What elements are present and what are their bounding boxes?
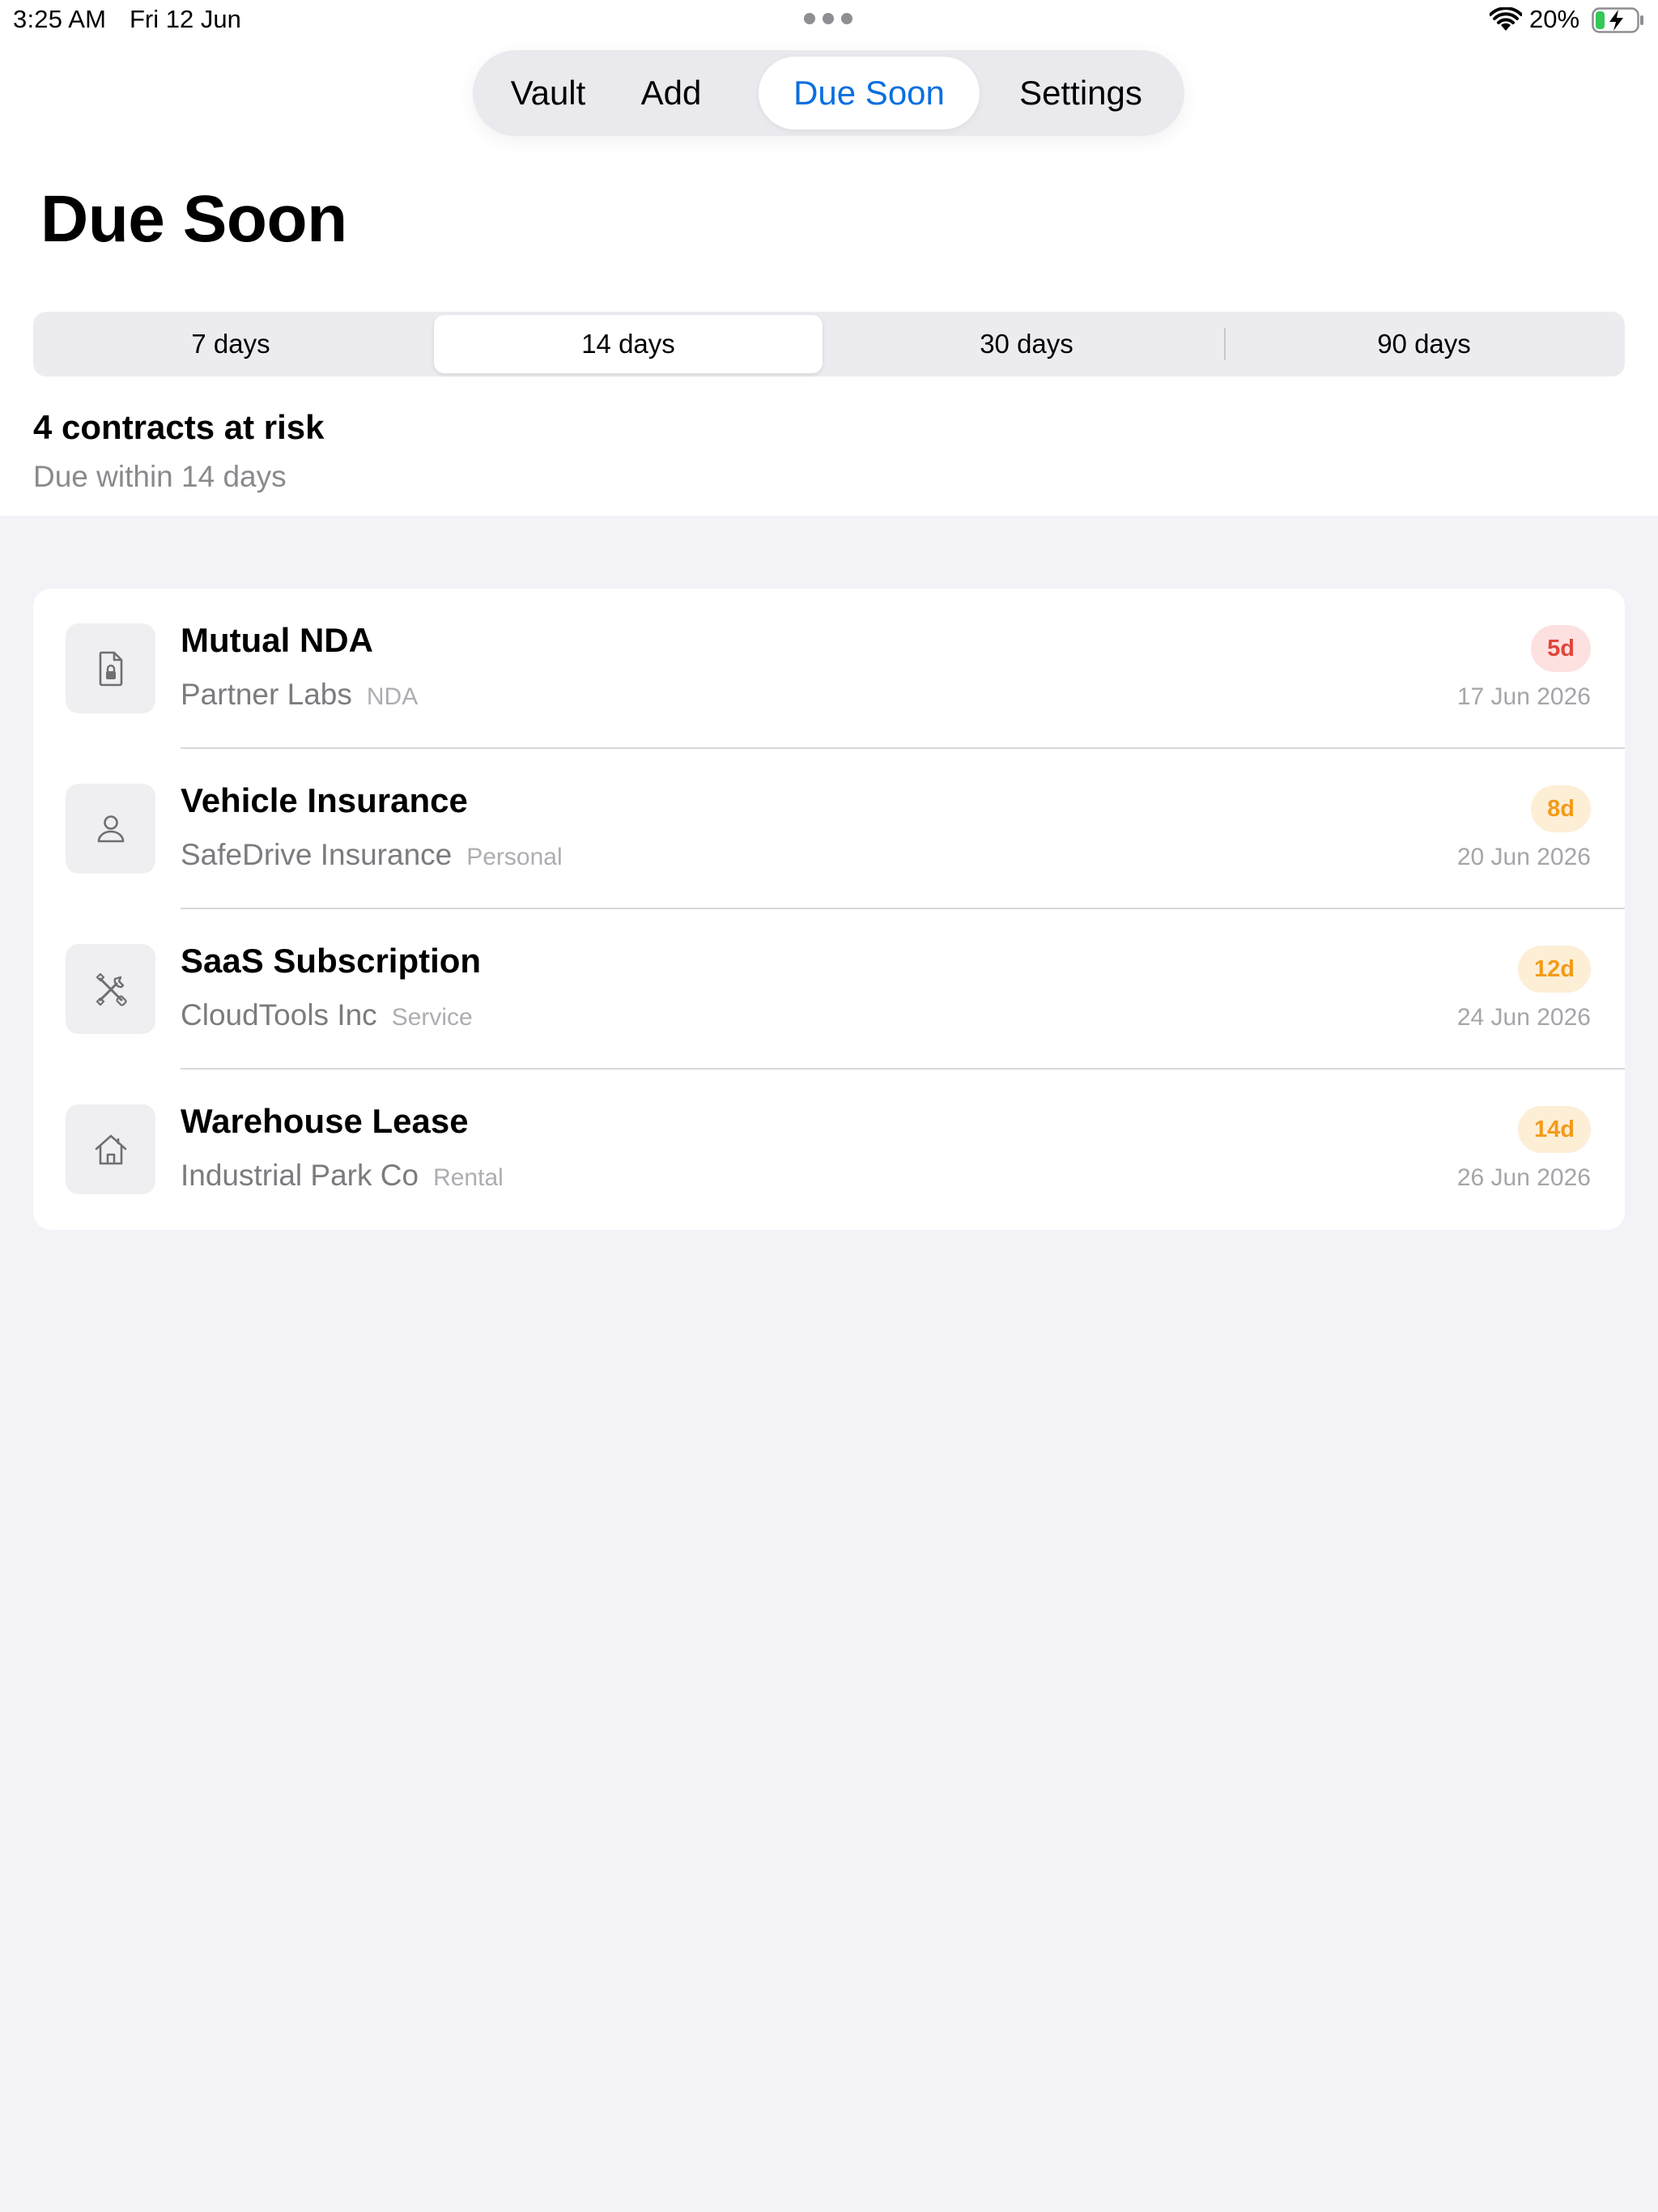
period-segmented-control: 7 days 14 days 30 days 90 days	[33, 312, 1625, 376]
battery-charging-icon	[1592, 7, 1643, 33]
days-left-badge: 12d	[1518, 946, 1591, 993]
due-date: 20 Jun 2026	[1456, 844, 1591, 870]
contract-category: Service	[391, 1004, 473, 1031]
contract-category: Personal	[466, 844, 563, 870]
days-left-badge: 5d	[1531, 625, 1591, 672]
segment-7-days[interactable]: 7 days	[36, 315, 425, 373]
due-date: 26 Jun 2026	[1456, 1164, 1591, 1191]
contract-party-name: CloudTools Inc	[181, 998, 377, 1032]
summary-title: 4 contracts at risk	[33, 408, 325, 446]
tab-bar: Vault Add Due Soon Settings	[473, 50, 1184, 136]
multitasking-dots-icon[interactable]	[804, 13, 852, 26]
contract-title: Mutual NDA	[181, 621, 373, 659]
contract-row[interactable]: Mutual NDA Partner Labs NDA 5d 17 Jun 202…	[33, 589, 1625, 749]
tools-icon	[96, 972, 127, 1006]
contract-row[interactable]: Vehicle Insurance SafeDrive Insurance Per…	[33, 749, 1625, 909]
contract-icon-box	[66, 1104, 155, 1194]
segment-14-days[interactable]: 14 days	[434, 315, 823, 373]
house-icon	[95, 1134, 126, 1164]
tab-add[interactable]: Add	[625, 57, 717, 130]
contract-category: NDA	[366, 683, 419, 710]
contract-party: CloudTools Inc Service	[181, 998, 473, 1032]
days-left-badge: 8d	[1531, 785, 1591, 832]
tab-due-soon[interactable]: Due Soon	[759, 57, 980, 130]
contract-party: SafeDrive Insurance Personal	[181, 838, 563, 872]
due-date: 17 Jun 2026	[1456, 683, 1591, 710]
segment-90-days[interactable]: 90 days	[1230, 315, 1618, 373]
status-time: 3:25 AM	[13, 5, 107, 33]
contract-party-name: SafeDrive Insurance	[181, 838, 453, 871]
days-left-badge: 14d	[1518, 1106, 1591, 1153]
due-date: 24 Jun 2026	[1456, 1004, 1591, 1031]
contract-icon-box	[66, 944, 155, 1034]
tab-settings[interactable]: Settings	[991, 57, 1171, 130]
doc-lock-icon	[99, 651, 122, 686]
contract-party-name: Industrial Park Co	[181, 1159, 419, 1192]
battery-percent: 20%	[1529, 5, 1580, 33]
person-icon	[97, 815, 124, 842]
contract-category: Rental	[433, 1164, 504, 1191]
contract-icon-box	[66, 784, 155, 874]
page-title: Due Soon	[40, 182, 347, 256]
contract-party-name: Partner Labs	[181, 678, 352, 711]
contract-party: Industrial Park Co Rental	[181, 1159, 504, 1193]
contract-row[interactable]: Warehouse Lease Industrial Park Co Rental…	[33, 1070, 1625, 1230]
contract-row[interactable]: SaaS Subscription CloudTools Inc Service …	[33, 909, 1625, 1070]
status-date: Fri 12 Jun	[130, 5, 241, 33]
wifi-icon	[1490, 7, 1522, 31]
summary-subtitle: Due within 14 days	[33, 460, 287, 493]
contract-title: SaaS Subscription	[181, 942, 482, 980]
contract-title: Vehicle Insurance	[181, 781, 468, 819]
segment-divider	[1224, 328, 1226, 360]
contract-title: Warehouse Lease	[181, 1102, 469, 1140]
tab-vault[interactable]: Vault	[494, 57, 602, 130]
segment-30-days[interactable]: 30 days	[832, 315, 1221, 373]
contract-party: Partner Labs NDA	[181, 678, 418, 712]
contract-icon-box	[66, 623, 155, 713]
contracts-list: Mutual NDA Partner Labs NDA 5d 17 Jun 202…	[33, 589, 1625, 1230]
